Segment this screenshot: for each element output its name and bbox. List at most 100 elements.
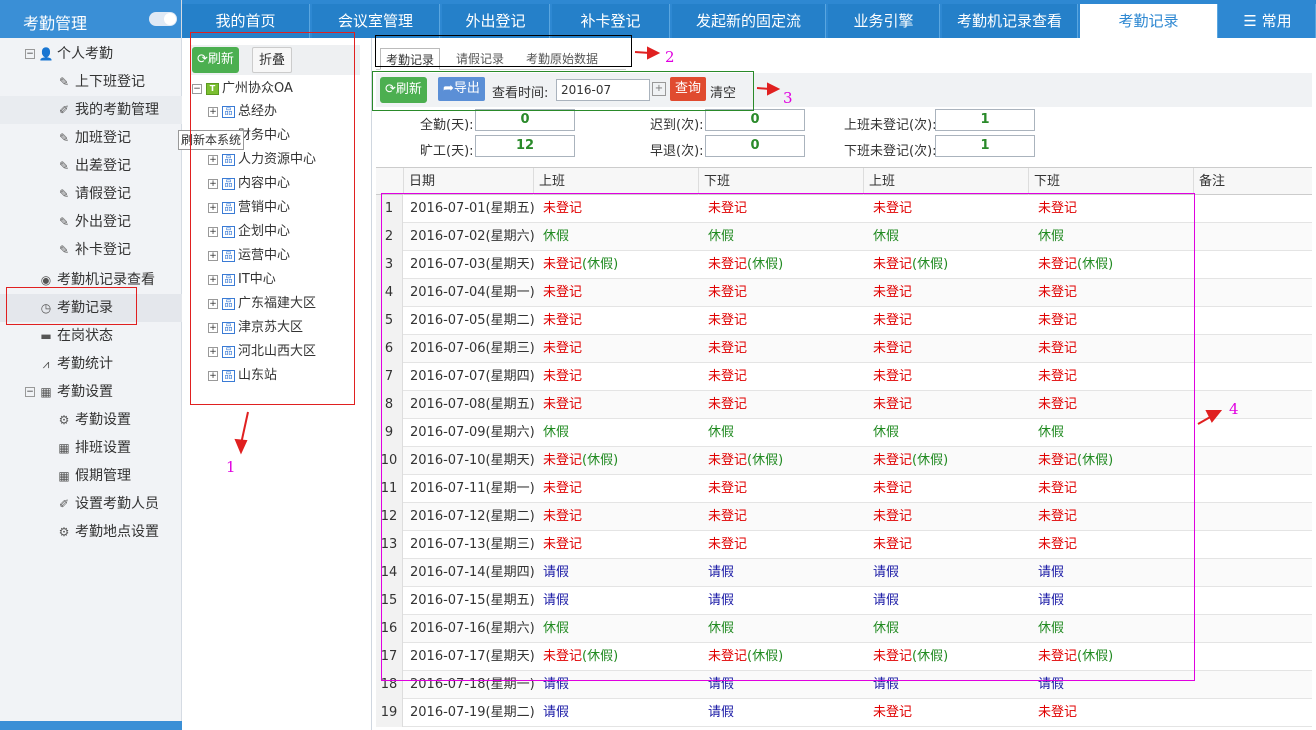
col-checkout-2: 下班 (1028, 168, 1193, 195)
tree-node[interactable]: + 品 IT中心 (208, 269, 276, 291)
expand-icon[interactable]: + (208, 346, 218, 357)
table-row[interactable]: 1 2016-07-01(星期五) 未登记 未登记 未登记 未登记 (376, 195, 1312, 223)
sidebar-item-9[interactable]: ◷ 考勤记录 (0, 294, 182, 322)
cell-status: 请假 (873, 593, 900, 608)
sidebar-item-16[interactable]: ✐ 设置考勤人员 (0, 490, 182, 518)
table-row[interactable]: 7 2016-07-07(星期四) 未登记 未登记 未登记 未登记 (376, 363, 1312, 391)
cell-status: 未登记 (708, 481, 748, 496)
tab-7[interactable]: 考勤记录 (1080, 4, 1218, 38)
tree-node[interactable]: + 品运营中心 (208, 245, 290, 267)
refresh-button[interactable]: ⟳刷新 (380, 77, 427, 103)
tree-node[interactable]: + 品山东站 (208, 365, 277, 387)
sidebar-item-1[interactable]: ✎ 上下班登记 (0, 68, 182, 96)
row-number: 8 (376, 391, 403, 419)
tab-8[interactable]: ☰ 常用 (1220, 4, 1316, 38)
cell-date: 2016-07-15(星期五) (410, 593, 535, 608)
sidebar-item-12[interactable]: − ▦ 考勤设置 (0, 378, 182, 406)
tree-node[interactable]: + 品内容中心 (208, 173, 290, 195)
table-row[interactable]: 14 2016-07-14(星期四) 请假 请假 请假 请假 (376, 559, 1312, 587)
table-row[interactable]: 8 2016-07-08(星期五) 未登记 未登记 未登记 未登记 (376, 391, 1312, 419)
table-row[interactable]: 16 2016-07-16(星期六) 休假 休假 休假 休假 (376, 615, 1312, 643)
tree-node[interactable]: + 品营销中心 (208, 197, 290, 219)
cell-status: 请假 (873, 565, 900, 580)
clear-button[interactable]: 清空 (710, 82, 736, 101)
sidebar-toggle-switch[interactable] (149, 12, 177, 26)
expand-icon[interactable]: + (208, 226, 218, 237)
sidebar-item-0[interactable]: − 👤 个人考勤 (0, 40, 182, 68)
sidebar-item-8[interactable]: ◉ 考勤机记录查看 (0, 266, 182, 294)
table-row[interactable]: 6 2016-07-06(星期三) 未登记 未登记 未登记 未登记 (376, 335, 1312, 363)
sidebar-item-15[interactable]: ▦ 假期管理 (0, 462, 182, 490)
sidebar-item-5[interactable]: ✎ 请假登记 (0, 180, 182, 208)
tree-root[interactable]: − T 广州协众OA (192, 78, 293, 100)
table-row[interactable]: 9 2016-07-09(星期六) 休假 休假 休假 休假 (376, 419, 1312, 447)
table-row[interactable]: 18 2016-07-18(星期一) 请假 请假 请假 请假 (376, 671, 1312, 699)
sidebar-item-10[interactable]: ▬ 在岗状态 (0, 322, 182, 350)
expand-icon[interactable]: + (208, 370, 218, 381)
time-input[interactable]: 2016-07 (556, 79, 650, 101)
sidebar-item-6[interactable]: ✎ 外出登记 (0, 208, 182, 236)
query-button[interactable]: 查询 (670, 77, 707, 101)
table-row[interactable]: 4 2016-07-04(星期一) 未登记 未登记 未登记 未登记 (376, 279, 1312, 307)
expand-icon[interactable]: + (208, 154, 218, 165)
table-row[interactable]: 11 2016-07-11(星期一) 未登记 未登记 未登记 未登记 (376, 475, 1312, 503)
sidebar-item-3[interactable]: ✎ 加班登记 (0, 124, 182, 152)
tab-5[interactable]: 业务引擎 (828, 4, 940, 38)
table-row[interactable]: 19 2016-07-19(星期二) 请假 请假 未登记 未登记 (376, 699, 1312, 727)
tree-node[interactable]: + 品河北山西大区 (208, 341, 316, 363)
calendar-icon[interactable]: + (652, 82, 666, 96)
tab-4[interactable]: 发起新的固定流 (672, 4, 826, 38)
edit-icon: ✎ (58, 75, 70, 89)
sidebar-item-2[interactable]: ✐ 我的考勤管理 (0, 96, 182, 124)
collapse-icon[interactable]: − (25, 387, 35, 397)
expand-icon[interactable]: + (208, 322, 218, 333)
tree-node-label: 营销中心 (238, 200, 291, 215)
cell-date: 2016-07-12(星期二) (410, 509, 535, 524)
subtab-raw-data[interactable]: 考勤原始数据 (526, 48, 598, 70)
table-row[interactable]: 12 2016-07-12(星期二) 未登记 未登记 未登记 未登记 (376, 503, 1312, 531)
table-row[interactable]: 10 2016-07-10(星期天) 未登记(休假) 未登记(休假) 未登记(休假) 未登… (376, 447, 1312, 475)
export-button[interactable]: ➦导出 (438, 77, 485, 101)
sidebar-item-17[interactable]: ⚙ 考勤地点设置 (0, 518, 182, 546)
sidebar-item-4[interactable]: ✎ 出差登记 (0, 152, 182, 180)
tree-node[interactable]: + 品人力资源中心 (208, 149, 316, 171)
minus-icon[interactable]: − (192, 83, 202, 94)
tree-refresh-button[interactable]: ⟳刷新 (192, 47, 239, 73)
cell-date: 2016-07-05(星期二) (410, 313, 535, 328)
table-row[interactable]: 15 2016-07-15(星期五) 请假 请假 请假 请假 (376, 587, 1312, 615)
sidebar-item-7[interactable]: ✎ 补卡登记 (0, 236, 182, 264)
expand-icon[interactable]: + (208, 250, 218, 261)
tree-node[interactable]: + 品总经办 (208, 101, 277, 123)
department-icon: 品 (222, 345, 235, 358)
sidebar-item-11[interactable]: ⩘ 考勤统计 (0, 350, 182, 378)
tree-node[interactable]: + 品企划中心 (208, 221, 290, 243)
cell-status: 未登记(休假) (708, 453, 784, 468)
tree-node-label: 企划中心 (238, 224, 291, 239)
tree-collapse-button[interactable]: 折叠 (252, 47, 293, 73)
table-row[interactable]: 2 2016-07-02(星期六) 休假 休假 休假 休假 (376, 223, 1312, 251)
subtab-attendance-record[interactable]: 考勤记录 (380, 48, 441, 70)
subtab-leave-record[interactable]: 请假记录 (456, 48, 504, 70)
tab-6[interactable]: 考勤机记录查看 (942, 4, 1078, 38)
expand-icon[interactable]: + (208, 178, 218, 189)
sidebar-item-13[interactable]: ⚙ 考勤设置 (0, 406, 182, 434)
tree-node[interactable]: + 品津京苏大区 (208, 317, 303, 339)
tab-0[interactable]: 我的首页 (182, 4, 310, 38)
expand-icon[interactable]: + (208, 106, 218, 117)
table-row[interactable]: 3 2016-07-03(星期天) 未登记(休假) 未登记(休假) 未登记(休假) 未登记… (376, 251, 1312, 279)
cell-status: 未登记 (873, 705, 913, 720)
tab-1[interactable]: 会议室管理 (312, 4, 440, 38)
tab-2[interactable]: 外出登记 (442, 4, 550, 38)
expand-icon[interactable]: + (208, 274, 218, 285)
tree-node[interactable]: + 品广东福建大区 (208, 293, 316, 315)
table-row[interactable]: 17 2016-07-17(星期天) 未登记(休假) 未登记(休假) 未登记(休假) 未登… (376, 643, 1312, 671)
expand-icon[interactable]: + (208, 298, 218, 309)
cell-status: 未登记 (1038, 201, 1078, 216)
expand-icon[interactable]: + (208, 202, 218, 213)
table-row[interactable]: 13 2016-07-13(星期三) 未登记 未登记 未登记 未登记 (376, 531, 1312, 559)
sidebar-item-14[interactable]: ▦ 排班设置 (0, 434, 182, 462)
table-row[interactable]: 5 2016-07-05(星期二) 未登记 未登记 未登记 未登记 (376, 307, 1312, 335)
annotation-label-4: 4 (1229, 400, 1239, 418)
tab-3[interactable]: 补卡登记 (552, 4, 670, 38)
collapse-icon[interactable]: − (25, 49, 35, 59)
